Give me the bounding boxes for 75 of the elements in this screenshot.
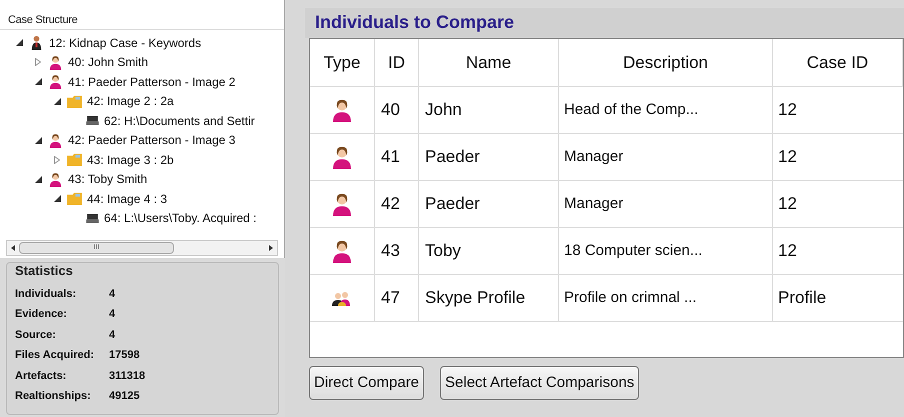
table-cell: 18 Computer scien... — [559, 228, 773, 274]
table-cell-text: 12 — [777, 146, 798, 168]
folder-icon — [67, 192, 82, 206]
table-cell-text: 12 — [777, 99, 798, 122]
tree-item[interactable]: 42: Image 2 : 2a — [87, 92, 174, 110]
person-icon — [330, 192, 354, 216]
table-cell: 42 — [375, 181, 419, 227]
tree-item[interactable]: 12: Kidnap Case - Keywords — [49, 34, 202, 52]
drive-icon — [86, 116, 99, 126]
stat-label: Evidence: — [15, 307, 68, 322]
group-title: Statistics — [15, 262, 74, 280]
section-header: Individuals to Compare — [305, 8, 904, 38]
people-group-icon — [332, 290, 352, 306]
table-cell: Toby — [419, 228, 559, 274]
tree-item[interactable]: 44: Image 4 : 3 — [87, 190, 168, 208]
panel-title: Case Structure — [0, 10, 284, 30]
person-icon — [29, 35, 44, 50]
person-icon — [330, 98, 354, 122]
table-cell: 40 — [375, 87, 419, 133]
tree-item[interactable]: 41: Paeder Patterson - Image 2 — [68, 72, 236, 91]
stat-label: Files Acquired: — [15, 348, 96, 363]
collapsed-arrow-icon[interactable] — [54, 156, 60, 164]
expanded-arrow-icon[interactable] — [34, 136, 42, 144]
stat-label: Individuals: — [15, 286, 78, 302]
table-cell: Profile on crimnal ... — [559, 275, 773, 321]
action-button[interactable]: Direct Compare — [309, 366, 424, 400]
expanded-arrow-icon[interactable] — [34, 78, 42, 86]
table-cell: 47 — [375, 275, 419, 321]
table-cell: Paeder — [419, 181, 559, 227]
stat-label: Source: — [15, 328, 57, 342]
drive-icon — [86, 214, 99, 223]
person-icon — [48, 132, 63, 148]
column-header[interactable]: ID — [375, 39, 419, 86]
stat-label: Artefacts: — [15, 368, 68, 384]
expanded-arrow-icon[interactable] — [54, 195, 60, 202]
table-cell: Head of the Comp... — [559, 87, 773, 133]
stat-value: 4 — [109, 328, 116, 342]
action-button[interactable]: Select Artefact Comparisons — [440, 366, 640, 400]
tree-item[interactable]: 43: Toby Smith — [68, 170, 148, 188]
table-cell: Manager — [559, 134, 773, 180]
column-header[interactable]: Name — [419, 39, 559, 86]
tree-item[interactable]: 62: H:\Documents and Settir — [104, 112, 255, 130]
stat-value: 17598 — [109, 348, 140, 363]
stat-value: 311318 — [109, 368, 146, 384]
folder-icon — [67, 153, 82, 166]
folder-icon — [67, 94, 82, 108]
expanded-arrow-icon[interactable] — [16, 39, 22, 46]
table-cell: Skype Profile — [419, 275, 559, 321]
stat-value: 4 — [109, 286, 116, 302]
table-cell-text: Profile — [777, 287, 828, 310]
collapsed-arrow-icon[interactable] — [35, 58, 41, 66]
stat-value: 4 — [109, 307, 116, 322]
table-cell-text: 12 — [777, 193, 798, 216]
table-cell: Paeder — [419, 134, 559, 180]
column-header[interactable]: Case ID — [773, 39, 903, 86]
person-icon — [330, 239, 354, 263]
table-cell: 43 — [375, 228, 419, 274]
table-cell: Manager — [559, 181, 773, 227]
table-cell-text: 12 — [777, 240, 798, 262]
person-icon — [330, 145, 354, 169]
tree-item[interactable]: 64: L:\Users\Toby. Acquired : — [104, 209, 257, 228]
table-cell: John — [419, 87, 559, 133]
person-icon — [48, 74, 63, 90]
expanded-arrow-icon[interactable] — [54, 98, 60, 105]
tree-item[interactable]: 42: Paeder Patterson - Image 3 — [68, 131, 236, 150]
tree-item[interactable]: 40: John Smith — [68, 53, 148, 72]
tree-item[interactable]: 43: Image 3 : 2b — [87, 150, 174, 169]
expanded-arrow-icon[interactable] — [34, 176, 42, 183]
table-cell: 41 — [375, 134, 419, 180]
stat-value: 49125 — [109, 389, 140, 404]
person-icon — [48, 172, 63, 187]
column-header[interactable]: Type — [310, 39, 375, 86]
column-header[interactable]: Description — [559, 39, 773, 86]
stat-label: Realtionships: — [15, 389, 92, 404]
person-icon — [48, 54, 63, 70]
